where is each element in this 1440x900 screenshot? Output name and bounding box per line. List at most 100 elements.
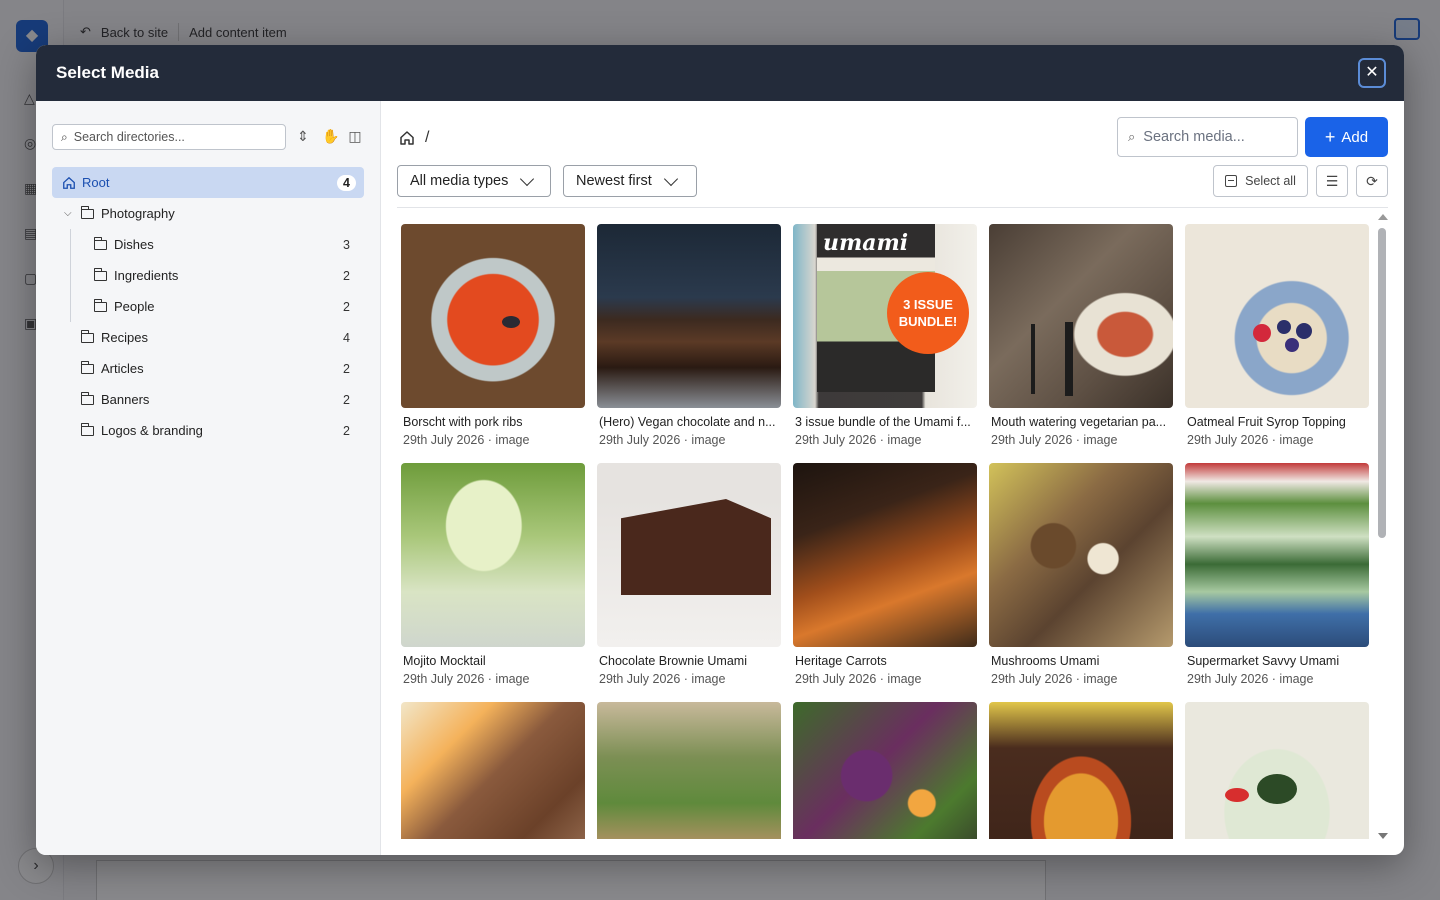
media-card[interactable]: (Hero) Vegan chocolate and n... 29th July…	[597, 224, 781, 447]
media-search-input[interactable]	[1143, 129, 1284, 145]
media-card[interactable]: Mojito Mocktail 29th July 2026 · image	[401, 463, 585, 686]
media-thumbnail[interactable]	[989, 224, 1173, 408]
media-title: Mojito Mocktail	[403, 654, 486, 668]
media-thumbnail[interactable]	[793, 702, 977, 839]
media-meta: 29th July 2026 · image	[991, 672, 1118, 686]
item-count-badge: 3	[343, 237, 350, 252]
media-card[interactable]: Mouth watering vegetarian pa... 29th July…	[989, 224, 1173, 447]
media-thumbnail[interactable]	[401, 463, 585, 647]
chevron-down-icon	[663, 171, 678, 186]
media-card[interactable]: Supermarket Savvy Umami 29th July 2026 · …	[1185, 463, 1369, 686]
media-meta: 29th July 2026 · image	[599, 433, 726, 447]
hand-pan-icon[interactable]: ✋	[322, 128, 339, 145]
collapse-all-icon[interactable]: ⇕	[296, 128, 310, 145]
tree-item-photography[interactable]: ⌵ Photography	[52, 198, 364, 229]
directory-search[interactable]: ⌕	[52, 124, 286, 150]
media-thumbnail[interactable]	[597, 463, 781, 647]
media-card[interactable]	[1185, 702, 1369, 839]
media-card[interactable]	[597, 702, 781, 839]
media-card[interactable]	[793, 702, 977, 839]
media-card[interactable]: Chocolate Brownie Umami 29th July 2026 · …	[597, 463, 781, 686]
folder-icon	[93, 267, 107, 281]
media-type-select[interactable]: All media types	[397, 165, 551, 197]
media-meta: 29th July 2026 · image	[795, 433, 922, 447]
plus-icon: +	[1324, 127, 1336, 147]
select-media-dialog: Select Media ✕ ⌕ ⇕ ✋ ◫ Root 4 ⌵ Photography…	[36, 45, 1404, 855]
media-card[interactable]: Oatmeal Fruit Syrop Topping 29th July 202…	[1185, 224, 1369, 447]
list-icon: ☰	[1325, 172, 1339, 189]
tree-item-label: Banners	[101, 392, 150, 407]
item-count-badge: 4	[337, 174, 356, 191]
media-thumbnail[interactable]	[1185, 702, 1369, 839]
media-thumbnail[interactable]	[1185, 463, 1369, 647]
select-all-label: Select all	[1245, 174, 1296, 188]
list-view-button[interactable]: ☰	[1316, 165, 1348, 197]
dialog-title: Select Media	[56, 63, 159, 82]
media-search[interactable]: ⌕	[1117, 117, 1298, 157]
scroll-up-arrow-icon[interactable]	[1378, 214, 1388, 220]
media-thumbnail[interactable]	[989, 702, 1173, 839]
media-card[interactable]: Borscht with pork ribs 29th July 2026 · i…	[401, 224, 585, 447]
media-thumbnail[interactable]	[401, 702, 585, 839]
home-icon	[63, 176, 75, 189]
tree-item-dishes[interactable]: Dishes 3	[52, 229, 364, 260]
media-thumbnail[interactable]	[1185, 224, 1369, 408]
add-media-button[interactable]: + Add	[1305, 117, 1388, 157]
tree-item-label: Articles	[101, 361, 144, 376]
tree-item-recipes[interactable]: Recipes 4	[52, 322, 364, 353]
toolbar-divider	[397, 207, 1388, 208]
item-count-badge: 2	[343, 423, 350, 438]
media-title: Borscht with pork ribs	[403, 415, 523, 429]
chevron-down-icon[interactable]: ⌵	[64, 208, 76, 219]
media-thumbnail[interactable]	[401, 224, 585, 408]
folder-icon	[93, 298, 107, 312]
tree-item-logos-branding[interactable]: Logos & branding 2	[52, 415, 364, 446]
media-meta: 29th July 2026 · image	[599, 672, 726, 686]
close-button[interactable]: ✕	[1358, 58, 1386, 88]
item-count-badge: 2	[343, 392, 350, 407]
media-thumbnail[interactable]	[989, 463, 1173, 647]
media-thumbnail[interactable]	[597, 224, 781, 408]
media-thumbnail[interactable]: umami 3 ISSUE BUNDLE!	[793, 224, 977, 408]
folder-icon	[80, 329, 94, 343]
media-title: Supermarket Savvy Umami	[1187, 654, 1340, 668]
select-all-button[interactable]: Select all	[1213, 165, 1308, 197]
media-card[interactable]	[401, 702, 585, 839]
media-card[interactable]: Heritage Carrots 29th July 2026 · image	[793, 463, 977, 686]
directory-tree: Root 4 ⌵ Photography Dishes 3 Ingredients 2 Peop…	[52, 167, 364, 446]
item-count-badge: 2	[343, 268, 350, 283]
tree-item-articles[interactable]: Articles 2	[52, 353, 364, 384]
media-title: Chocolate Brownie Umami	[599, 654, 747, 668]
sort-select[interactable]: Newest first	[563, 165, 697, 197]
scroll-thumb[interactable]	[1378, 228, 1386, 538]
scroll-down-arrow-icon[interactable]	[1378, 833, 1388, 839]
media-meta: 29th July 2026 · image	[1187, 672, 1314, 686]
media-title: Mushrooms Umami	[991, 654, 1100, 668]
tree-item-banners[interactable]: Banners 2	[52, 384, 364, 415]
home-icon[interactable]	[399, 130, 415, 146]
media-card[interactable]	[989, 702, 1173, 839]
media-title: 3 issue bundle of the Umami f...	[795, 415, 971, 429]
tree-item-people[interactable]: People 2	[52, 291, 364, 322]
media-thumbnail[interactable]	[597, 702, 781, 839]
tree-item-ingredients[interactable]: Ingredients 2	[52, 260, 364, 291]
media-title: Mouth watering vegetarian pa...	[991, 415, 1167, 429]
item-count-badge: 2	[343, 361, 350, 376]
add-button-label: Add	[1341, 128, 1369, 146]
media-thumbnail[interactable]	[793, 463, 977, 647]
media-meta: 29th July 2026 · image	[403, 433, 530, 447]
directory-tools: ⇕ ✋ ◫	[296, 128, 362, 145]
media-card[interactable]: umami 3 ISSUE BUNDLE! 3 issue bundle of th…	[793, 224, 977, 447]
folder-icon	[93, 236, 107, 250]
folder-icon	[80, 205, 94, 219]
directory-search-input[interactable]	[73, 130, 264, 144]
media-type-value: All media types	[410, 173, 509, 189]
grid-scrollbar[interactable]	[1376, 214, 1390, 839]
sidebar-toggle-icon[interactable]: ◫	[348, 128, 362, 145]
tree-item-root[interactable]: Root 4	[52, 167, 364, 198]
media-card[interactable]: Mushrooms Umami 29th July 2026 · image	[989, 463, 1173, 686]
breadcrumb: /	[399, 129, 429, 147]
refresh-button[interactable]: ⟳	[1356, 165, 1388, 197]
media-title: (Hero) Vegan chocolate and n...	[599, 415, 776, 429]
sort-value: Newest first	[576, 173, 652, 189]
